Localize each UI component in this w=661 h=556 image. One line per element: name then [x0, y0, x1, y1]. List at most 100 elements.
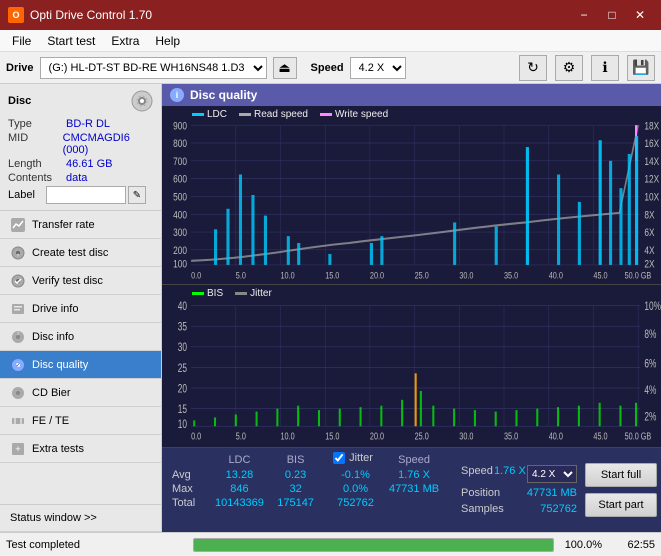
- avg-ldc: 13.28: [208, 468, 271, 482]
- eject-button[interactable]: ⏏: [273, 57, 297, 79]
- label-edit-button[interactable]: ✎: [128, 186, 146, 204]
- chart2-svg: 40 35 30 25 20 15 10 10% 8% 6% 4% 2% 0.0…: [162, 285, 661, 447]
- minimize-button[interactable]: −: [571, 4, 597, 26]
- menu-file[interactable]: File: [4, 32, 39, 50]
- speed-static-label: Speed: [461, 465, 493, 483]
- drive-select[interactable]: (G:) HL-DT-ST BD-RE WH16NS48 1.D3: [40, 57, 267, 79]
- svg-text:12X: 12X: [644, 174, 659, 186]
- length-label: Length: [8, 158, 66, 170]
- nav-items: Transfer rate + Create test disc Verify …: [0, 211, 161, 504]
- disc-panel-title: Disc: [8, 95, 31, 107]
- sidebar-item-cd-bier[interactable]: CD Bier: [0, 379, 161, 407]
- mid-label: MID: [8, 132, 63, 156]
- speed-select[interactable]: 4.2 X: [350, 57, 406, 79]
- svg-text:10.0: 10.0: [281, 430, 295, 442]
- chart1-legend: LDC Read speed Write speed: [192, 109, 388, 120]
- svg-text:5.0: 5.0: [236, 430, 246, 442]
- svg-text:30.0: 30.0: [459, 430, 473, 442]
- disc-panel: Disc Type BD-R DL MID CMCMAGDI6 (000) Le…: [0, 84, 161, 211]
- sidebar-item-verify-test-disc[interactable]: Verify test disc: [0, 267, 161, 295]
- content-area: i Disc quality LDC Read speed: [162, 84, 661, 532]
- refresh-button[interactable]: ↻: [519, 55, 547, 81]
- jitter-label: Jitter: [349, 452, 373, 464]
- avg-jitter: -0.1%: [329, 468, 382, 482]
- svg-text:45.0: 45.0: [593, 270, 607, 281]
- svg-text:0.0: 0.0: [191, 430, 201, 442]
- avg-bis: 0.23: [271, 468, 320, 482]
- chart2: BIS Jitter: [162, 285, 661, 448]
- speed-label: Speed: [311, 62, 344, 74]
- sidebar-item-fe-te[interactable]: FE / TE: [0, 407, 161, 435]
- stats-table: LDC BIS Jitter Speed Avg: [168, 451, 455, 510]
- title-bar: O Opti Drive Control 1.70 − □ ✕: [0, 0, 661, 30]
- menu-start-test[interactable]: Start test: [39, 32, 103, 50]
- svg-text:45.0: 45.0: [593, 430, 607, 442]
- svg-text:200: 200: [173, 245, 187, 257]
- close-button[interactable]: ✕: [627, 4, 653, 26]
- charts-area: LDC Read speed Write speed: [162, 106, 661, 448]
- svg-text:14X: 14X: [644, 156, 659, 168]
- sidebar-item-create-test-disc[interactable]: + Create test disc: [0, 239, 161, 267]
- svg-text:35: 35: [178, 321, 188, 334]
- max-label: Max: [168, 482, 208, 496]
- fe-te-icon: [10, 413, 26, 429]
- legend-jitter-label: Jitter: [250, 288, 272, 299]
- disc-quality-header: i Disc quality: [162, 84, 661, 106]
- menu-extra[interactable]: Extra: [103, 32, 147, 50]
- svg-text:+: +: [16, 253, 20, 259]
- chart1: LDC Read speed Write speed: [162, 106, 661, 285]
- svg-text:40.0: 40.0: [549, 270, 563, 281]
- sidebar-item-disc-quality[interactable]: ✓ Disc quality: [0, 351, 161, 379]
- info-button[interactable]: ℹ: [591, 55, 619, 81]
- sidebar-item-disc-info[interactable]: i Disc info: [0, 323, 161, 351]
- svg-text:25.0: 25.0: [415, 430, 429, 442]
- chart2-legend: BIS Jitter: [192, 288, 272, 299]
- jitter-checkbox[interactable]: [333, 452, 345, 464]
- drive-label: Drive: [6, 62, 34, 74]
- svg-text:20.0: 20.0: [370, 430, 384, 442]
- disc-icon: [131, 90, 153, 112]
- contents-label: Contents: [8, 172, 66, 184]
- start-part-button[interactable]: Start part: [585, 493, 657, 517]
- label-input[interactable]: [46, 186, 126, 204]
- menu-help[interactable]: Help: [147, 32, 188, 50]
- save-button[interactable]: 💾: [627, 55, 655, 81]
- svg-text:25: 25: [178, 363, 188, 376]
- legend-write-speed-label: Write speed: [335, 109, 388, 120]
- sidebar-item-drive-info[interactable]: Drive info: [0, 295, 161, 323]
- svg-text:800: 800: [173, 138, 187, 150]
- speed-dropdown[interactable]: 4.2 X: [527, 465, 577, 483]
- svg-text:25.0: 25.0: [415, 270, 429, 281]
- sidebar-item-transfer-rate[interactable]: Transfer rate: [0, 211, 161, 239]
- legend-ldc: LDC: [192, 109, 227, 120]
- svg-text:700: 700: [173, 156, 187, 168]
- svg-text:6%: 6%: [644, 358, 656, 371]
- status-window-button[interactable]: Status window >>: [0, 504, 161, 532]
- legend-read-speed: Read speed: [239, 109, 308, 120]
- maximize-button[interactable]: □: [599, 4, 625, 26]
- svg-text:300: 300: [173, 227, 187, 239]
- type-value: BD-R DL: [66, 118, 110, 130]
- samples-val: 752762: [540, 503, 577, 515]
- disc-quality-title: Disc quality: [190, 88, 257, 102]
- stats-table-area: LDC BIS Jitter Speed Avg: [162, 448, 461, 532]
- sidebar-item-label-verify-test-disc: Verify test disc: [32, 275, 103, 287]
- start-full-button[interactable]: Start full: [585, 463, 657, 487]
- contents-value: data: [66, 172, 87, 184]
- svg-text:400: 400: [173, 209, 187, 221]
- sidebar-item-label-create-test-disc: Create test disc: [32, 247, 108, 259]
- position-label: Position: [461, 487, 500, 499]
- svg-text:50.0 GB: 50.0 GB: [625, 270, 652, 281]
- svg-text:30: 30: [178, 342, 188, 355]
- svg-text:40.0: 40.0: [549, 430, 563, 442]
- status-bar: Test completed 100.0% 62:55: [0, 532, 661, 556]
- svg-text:40: 40: [178, 301, 188, 314]
- sidebar-item-label-fe-te: FE / TE: [32, 415, 69, 427]
- svg-text:100: 100: [173, 259, 187, 271]
- svg-text:0.0: 0.0: [191, 270, 201, 281]
- svg-text:10X: 10X: [644, 192, 659, 204]
- max-bis: 32: [271, 482, 320, 496]
- svg-text:20: 20: [178, 383, 188, 396]
- settings-button[interactable]: ⚙: [555, 55, 583, 81]
- sidebar-item-extra-tests[interactable]: + Extra tests: [0, 435, 161, 463]
